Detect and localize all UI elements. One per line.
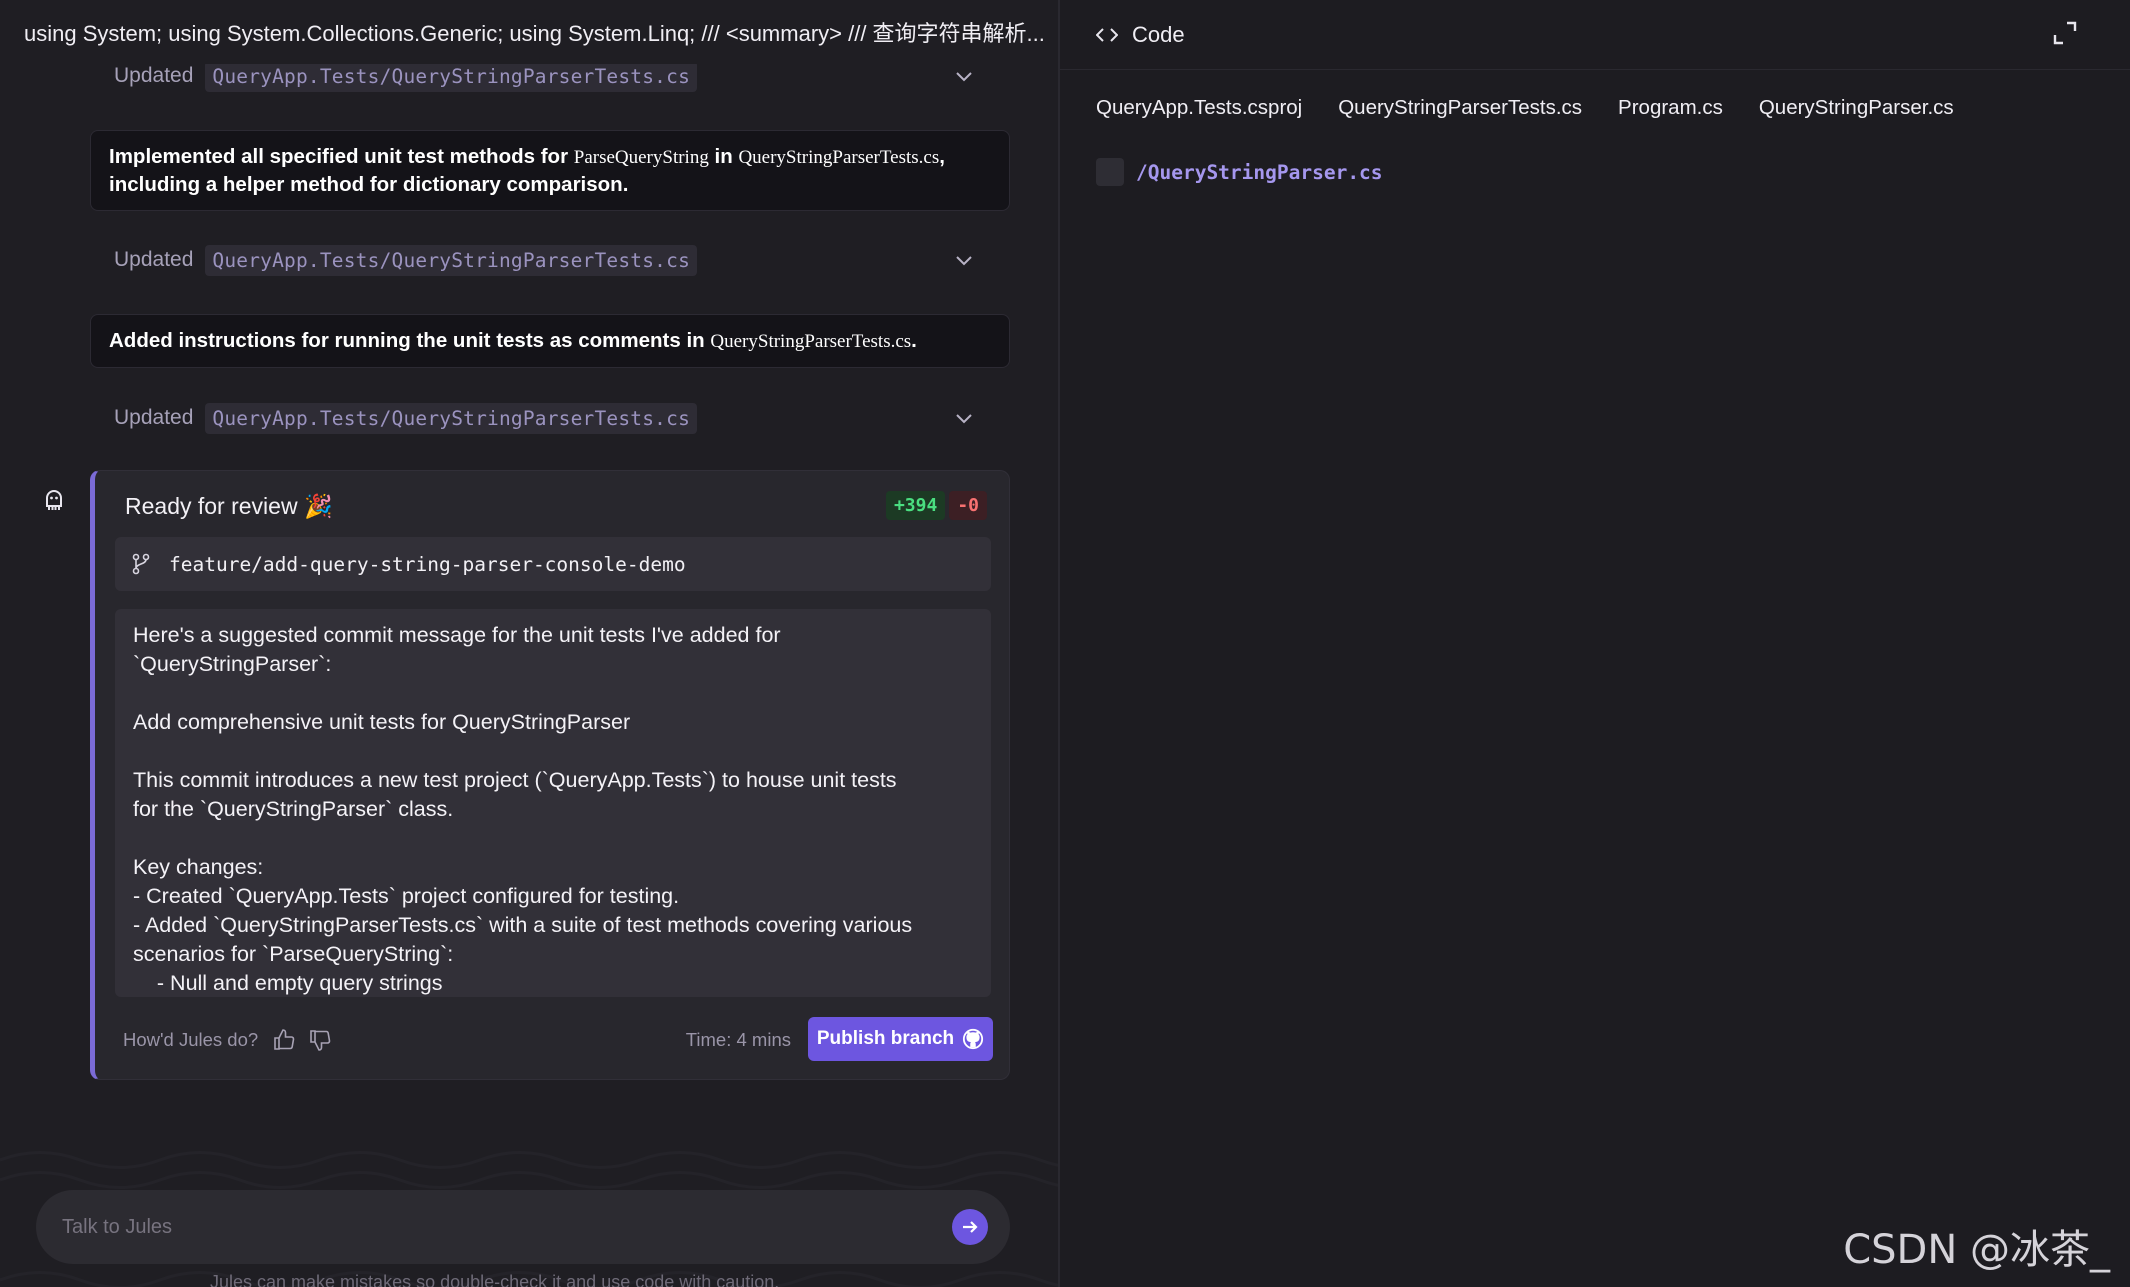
summary-code: ParseQueryString — [573, 147, 709, 168]
deletions-badge: -0 — [949, 491, 987, 520]
send-button[interactable] — [952, 1209, 988, 1245]
arrow-right-icon — [963, 1221, 978, 1233]
chat-input[interactable] — [60, 1214, 940, 1240]
chevron-down-icon[interactable] — [952, 406, 976, 430]
updated-label: Updated — [114, 248, 194, 271]
task-title: using System; using System.Collections.G… — [0, 0, 1058, 64]
updated-file-path: QueryApp.Tests/QueryStringParserTests.cs — [205, 60, 698, 92]
activity-updated-row[interactable]: Updated QueryApp.Tests/QueryStringParser… — [90, 238, 1004, 282]
party-icon: 🎉 — [303, 493, 333, 519]
review-card: Ready for review 🎉 +394 -0 feature/add-q… — [90, 470, 1010, 1080]
chevron-down-icon[interactable] — [952, 248, 976, 272]
updated-label: Updated — [114, 406, 194, 429]
review-title: Ready for review 🎉 — [125, 493, 333, 520]
summary-text: . — [911, 329, 917, 352]
git-branch-icon — [132, 553, 150, 575]
expand-icon[interactable] — [2052, 20, 2078, 46]
file-tab[interactable]: QueryStringParser.cs — [1759, 96, 1954, 120]
file-tabs: QueryApp.Tests.csproj QueryStringParserT… — [1096, 96, 1954, 120]
summary-code: QueryStringParserTests.cs — [710, 331, 912, 352]
publish-branch-button[interactable]: Publish branch — [808, 1017, 993, 1061]
file-path: /QueryStringParser.cs — [1136, 160, 1383, 184]
code-pane: Code QueryApp.Tests.csproj QueryStringPa… — [1060, 0, 2130, 1287]
activity-summary-card: Implemented all specified unit test meth… — [90, 130, 1010, 211]
disclaimer-text: Jules can make mistakes so double-check … — [210, 1272, 780, 1287]
feedback-row: How'd Jules do? Time: 4 mins Publish bra… — [123, 1017, 993, 1063]
file-tab[interactable]: QueryApp.Tests.csproj — [1096, 96, 1302, 120]
summary-text: Added instructions for running the unit … — [109, 329, 711, 352]
thumbs-up-icon[interactable] — [272, 1028, 296, 1052]
activity-updated-row[interactable]: Updated QueryApp.Tests/QueryStringParser… — [90, 396, 1004, 440]
file-tab[interactable]: QueryStringParserTests.cs — [1338, 96, 1582, 120]
summary-text: Implemented all specified unit test meth… — [109, 145, 574, 168]
branch-name: feature/add-query-string-parser-console-… — [169, 552, 686, 576]
code-pane-header: Code — [1060, 0, 2130, 70]
updated-file-path: QueryApp.Tests/QueryStringParserTests.cs — [205, 402, 698, 434]
summary-text: , — [939, 145, 945, 168]
chat-pane: Updated QueryApp.Tests/QueryStringParser… — [0, 0, 1058, 1287]
activity-summary-card: Added instructions for running the unit … — [90, 314, 1010, 368]
review-title-text: Ready for review — [125, 493, 298, 519]
commit-message[interactable]: Here's a suggested commit message for th… — [115, 609, 991, 997]
chevron-down-icon[interactable] — [952, 64, 976, 88]
additions-badge: +394 — [885, 491, 946, 520]
chat-input-bar[interactable] — [36, 1190, 1010, 1264]
file-entry[interactable]: /QueryStringParser.cs — [1096, 158, 1383, 186]
summary-code: QueryStringParserTests.cs — [738, 147, 940, 168]
summary-text: in — [708, 145, 739, 168]
updated-label: Updated — [114, 64, 194, 87]
github-icon — [963, 1028, 984, 1050]
code-icon — [1096, 27, 1118, 42]
updated-file-path: QueryApp.Tests/QueryStringParserTests.cs — [205, 244, 698, 276]
watermark: CSDN @冰茶_ — [1843, 1227, 2110, 1273]
jules-avatar-icon — [46, 490, 62, 510]
elapsed-time: Time: 4 mins — [685, 1029, 791, 1050]
code-pane-title: Code — [1132, 21, 1185, 47]
thumbs-down-icon[interactable] — [308, 1028, 332, 1052]
file-checkbox[interactable] — [1096, 158, 1124, 186]
branch-name-box[interactable]: feature/add-query-string-parser-console-… — [115, 537, 991, 591]
feedback-prompt: How'd Jules do? — [123, 1029, 259, 1050]
file-tab[interactable]: Program.cs — [1618, 96, 1723, 120]
diff-stats: +394 -0 — [885, 491, 987, 520]
summary-text: including a helper method for dictionary… — [109, 173, 629, 196]
publish-branch-label: Publish branch — [816, 1028, 955, 1049]
